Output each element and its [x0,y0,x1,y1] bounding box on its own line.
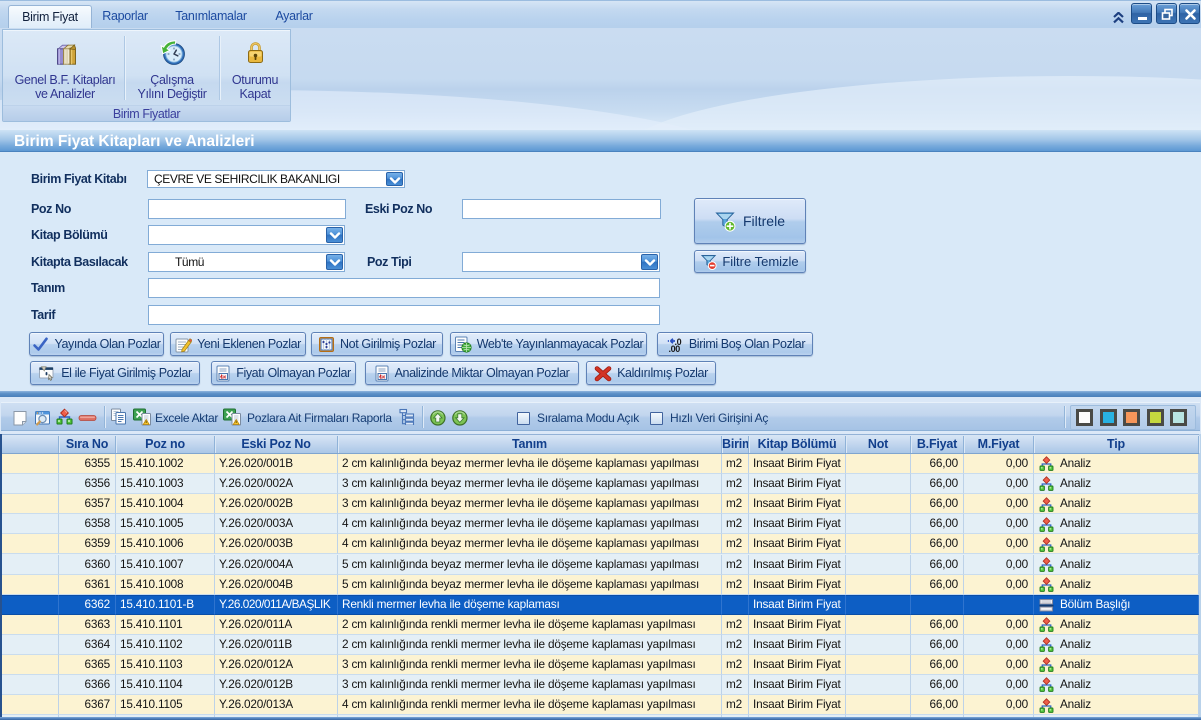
svg-text:.00: .00 [668,344,680,353]
